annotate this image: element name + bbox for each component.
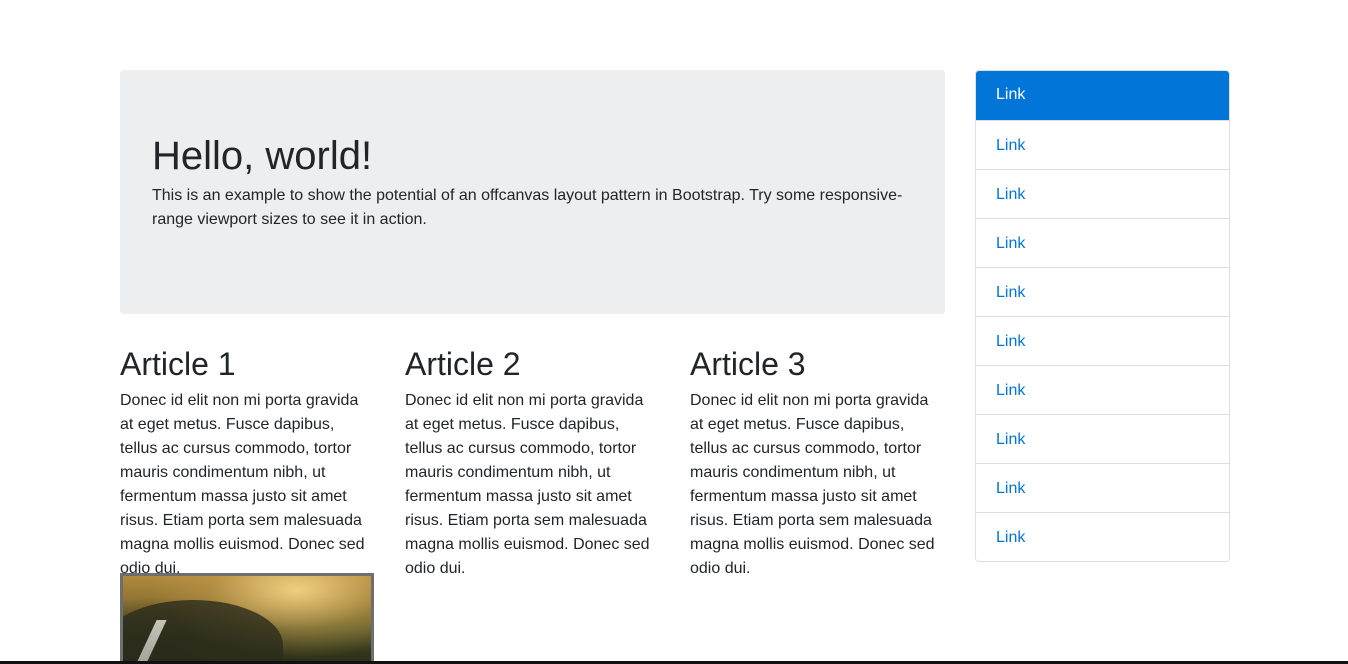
sidebar-link[interactable]: Link <box>976 169 1229 218</box>
article-1: Article 1 Donec id elit non mi porta gra… <box>120 344 375 581</box>
page: Hello, world! This is an example to show… <box>0 0 1348 664</box>
article-2: Article 2 Donec id elit non mi porta gra… <box>405 344 660 581</box>
article-title: Article 1 <box>120 346 236 382</box>
sidebar-link[interactable]: Link <box>976 512 1229 561</box>
sidebar-link-active[interactable]: Link <box>976 71 1229 120</box>
article-title: Article 3 <box>690 346 806 382</box>
article-body: Donec id elit non mi porta gravida at eg… <box>405 392 650 577</box>
article-title: Article 2 <box>405 346 521 382</box>
article-body: Donec id elit non mi porta gravida at eg… <box>690 392 935 577</box>
jumbotron: Hello, world! This is an example to show… <box>120 70 945 314</box>
sidebar-link[interactable]: Link <box>976 365 1229 414</box>
landscape-image <box>120 573 374 664</box>
jumbotron-title: Hello, world! <box>152 134 373 178</box>
sidebar-link[interactable]: Link <box>976 414 1229 463</box>
sidebar-list-group: Link Link Link Link Link Link Link Link … <box>975 70 1230 562</box>
article-3: Article 3 Donec id elit non mi porta gra… <box>690 344 945 581</box>
article-body: Donec id elit non mi porta gravida at eg… <box>120 392 365 577</box>
jumbotron-text: This is an example to show the potential… <box>152 187 903 228</box>
sidebar-link[interactable]: Link <box>976 218 1229 267</box>
sidebar-link[interactable]: Link <box>976 463 1229 512</box>
articles-row: Article 1 Donec id elit non mi porta gra… <box>120 344 945 577</box>
sidebar-link[interactable]: Link <box>976 120 1229 169</box>
sidebar-link[interactable]: Link <box>976 316 1229 365</box>
sidebar-link[interactable]: Link <box>976 267 1229 316</box>
